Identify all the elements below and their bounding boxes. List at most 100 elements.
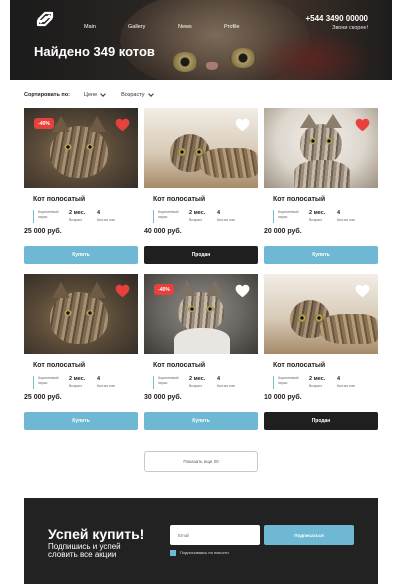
cat-eye [314,314,324,322]
buy-button[interactable]: Купить [24,246,138,264]
spec-color: Коричневый окрас [38,210,59,219]
sort-by-age[interactable]: Возрасту [121,91,154,98]
cat-card: -40% Кот полосатый Коричневый окрас 2 ме… [24,108,138,266]
discount-badge: -40% [154,284,174,295]
cat-card: -40% Кот полосатый Коричневый окрас 2 ме… [144,274,258,432]
cat-specs: Коричневый окрас 2 мес. Возраст 4 Кол-во… [273,210,373,224]
spec-paws: 4 [217,376,221,382]
cat-price: 40 000 руб. [144,228,182,235]
spec-paws: 4 [217,210,221,216]
spec-age-label: Возраст [309,218,323,222]
cat-name: Кот полосатый [33,196,86,203]
logo-icon[interactable] [34,10,56,28]
callback-link[interactable]: Звони скорее! [332,25,368,31]
cat-price: 25 000 руб. [24,228,62,235]
cat-specs: Коричневый окрас 2 мес. Возраст 4 Кол-во… [33,376,133,390]
cat-specs: Коричневый окрас 2 мес. Возраст 4 Кол-во… [153,210,253,224]
cat-body [200,148,258,178]
spec-age: 2 мес. [309,210,326,216]
cat-eye [188,306,196,312]
spec-age-label: Возраст [309,384,323,388]
hero-banner: Main Gallery News Profile +544 3490 0000… [10,0,392,80]
cat-specs: Коричневый окрас 2 мес. Возраст 4 Кол-во… [153,376,253,390]
spec-divider [33,376,34,389]
cat-face [50,126,108,178]
sold-button[interactable]: Продан [144,246,258,264]
spec-age: 2 мес. [69,210,86,216]
cat-name: Кот полосатый [273,196,326,203]
heart-icon[interactable] [235,284,250,298]
cat-eye [325,138,333,144]
cat-name: Кот полосатый [153,196,206,203]
cat-price: 30 000 руб. [144,394,182,401]
heart-icon[interactable] [355,284,370,298]
hero-cat-nose [206,62,218,70]
spec-color: Коричневый окрас [158,210,179,219]
cat-eye [64,144,72,150]
spec-paws: 4 [337,210,341,216]
cat-eye [309,138,317,144]
cat-specs: Коричневый окрас 2 мес. Возраст 4 Кол-во… [273,376,373,390]
spec-color: Коричневый окрас [278,376,299,385]
cat-name: Кот полосатый [153,362,206,369]
cat-eye [177,148,187,156]
heart-icon[interactable] [355,118,370,132]
spec-color: Коричневый окрас [158,376,179,385]
spec-divider [153,210,154,223]
spec-age-label: Возраст [189,218,203,222]
subscribe-section: Успей купить! Подпишись и успей словить … [24,498,378,584]
cat-card: Кот полосатый Коричневый окрас 2 мес. Во… [264,108,378,266]
spec-age: 2 мес. [309,376,326,382]
spec-paws-label: Кол-во лап [337,384,356,388]
sort-option-label: Возрасту [121,92,145,98]
cat-eye [86,310,94,316]
buy-button[interactable]: Купить [264,246,378,264]
agree-label: Подписываясь на новости [180,550,229,555]
spec-divider [273,376,274,389]
subscribe-title: Успей купить! [48,526,145,542]
sort-option-label: Цене [83,92,98,98]
chevron-down-icon [147,91,154,97]
spec-paws-label: Кол-во лап [217,218,236,222]
heart-icon[interactable] [115,284,130,298]
cat-eye [206,306,214,312]
cat-specs: Коричневый окрас 2 мес. Возраст 4 Кол-во… [33,210,133,224]
sort-by-price[interactable]: Цене [83,91,106,98]
cat-ear [324,114,342,128]
agree-checkbox[interactable] [170,550,176,556]
spec-color: Коричневый окрас [278,210,299,219]
nav-profile[interactable]: Profile [224,24,240,30]
heart-icon[interactable] [115,118,130,132]
cat-price: 20 000 руб. [264,228,302,235]
heart-icon[interactable] [235,118,250,132]
phone-number[interactable]: +544 3490 00000 [305,14,368,23]
cat-eye [64,310,72,316]
email-field[interactable] [170,525,260,545]
nav-gallery[interactable]: Gallery [128,24,145,30]
buy-button[interactable]: Купить [24,412,138,430]
cat-card: Кот полосатый Коричневый окрас 2 мес. Во… [144,108,258,266]
spec-age: 2 мес. [69,376,86,382]
cat-chest [174,328,230,354]
nav-main[interactable]: Main [84,24,96,30]
subscribe-button[interactable]: Подписаться [264,525,354,545]
nav-news[interactable]: News [178,24,192,30]
cat-price: 25 000 руб. [24,394,62,401]
spec-age: 2 мес. [189,376,206,382]
buy-button[interactable]: Купить [144,412,258,430]
sold-button[interactable]: Продан [264,412,378,430]
cat-ear [178,280,196,296]
show-more-button[interactable]: Показать еще 20 [144,451,258,472]
cat-face [178,292,224,332]
chevron-down-icon [100,91,106,97]
spec-divider [33,210,34,223]
spec-divider [153,376,154,389]
hero-glow [252,30,372,80]
cat-body [294,160,350,188]
spec-paws: 4 [337,376,341,382]
spec-paws: 4 [97,376,101,382]
cat-card: Кот полосатый Коричневый окрас 2 мес. Во… [24,274,138,432]
cat-eye [86,144,94,150]
sort-label: Сортировать по: [24,92,70,98]
spec-color: Коричневый окрас [38,376,59,385]
